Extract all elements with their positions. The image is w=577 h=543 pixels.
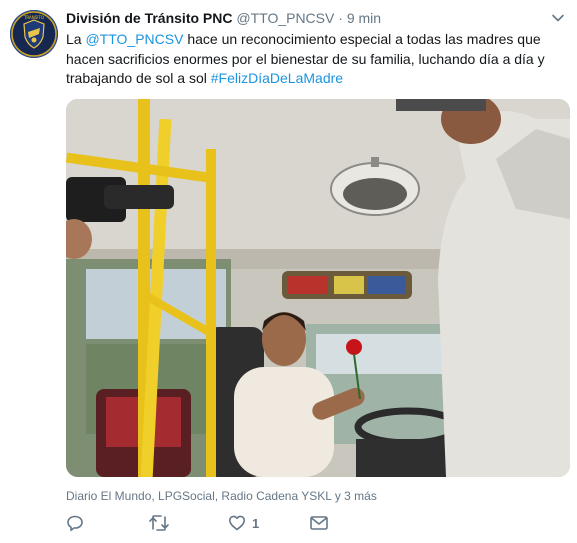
- display-name[interactable]: División de Tránsito PNC: [66, 10, 232, 26]
- retweet-icon: [149, 515, 169, 531]
- tweet[interactable]: TRANSITO División de Tránsito PNC @TTO_P…: [0, 0, 577, 543]
- tagged-people[interactable]: Diario El Mundo, LPGSocial, Radio Cadena…: [66, 489, 377, 503]
- avatar-logo-text: TRANSITO: [23, 15, 44, 20]
- separator-dot: ·: [338, 10, 343, 26]
- chevron-down-icon[interactable]: [551, 11, 565, 25]
- tweet-photo[interactable]: [66, 99, 570, 477]
- user-handle[interactable]: @TTO_PNCSV: [236, 10, 334, 26]
- tweet-text: La @TTO_PNCSV hace un reconocimiento esp…: [66, 30, 571, 89]
- mention-link[interactable]: @TTO_PNCSV: [85, 31, 183, 47]
- like-button[interactable]: 1: [228, 513, 259, 533]
- envelope-icon: [310, 516, 328, 530]
- tweet-header: División de Tránsito PNC @TTO_PNCSV · 9 …: [66, 9, 381, 28]
- timestamp[interactable]: 9 min: [347, 10, 381, 26]
- dm-button[interactable]: [309, 513, 329, 533]
- heart-icon: [229, 515, 245, 531]
- reply-button[interactable]: [66, 513, 84, 533]
- avatar[interactable]: TRANSITO: [10, 10, 58, 58]
- tweet-text-prefix: La: [66, 31, 86, 47]
- hashtag-link[interactable]: #FelizDíaDeLaMadre: [211, 70, 343, 86]
- like-count: 1: [252, 515, 260, 531]
- reply-icon: [67, 515, 83, 532]
- retweet-button[interactable]: [148, 513, 170, 533]
